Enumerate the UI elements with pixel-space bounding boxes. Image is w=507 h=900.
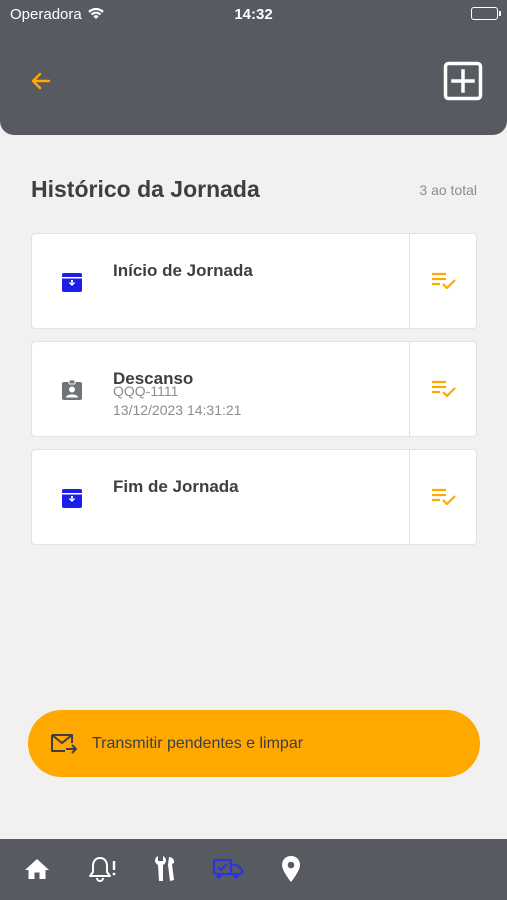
- transmit-pending-button[interactable]: Transmitir pendentes e limpar: [28, 710, 480, 777]
- archive-down-icon: [60, 486, 84, 510]
- plus-square-icon: [443, 61, 483, 101]
- item-action-button[interactable]: [410, 234, 477, 328]
- item-plate: QQQ-1111: [113, 383, 179, 399]
- add-button[interactable]: [443, 61, 483, 101]
- list-item[interactable]: Fim de Jornada: [31, 449, 477, 545]
- map-pin-icon: [282, 856, 300, 882]
- item-title: Fim de Jornada: [113, 477, 239, 496]
- tab-bar: [0, 839, 507, 900]
- list-item[interactable]: Descanso QQQ-1111 13/12/2023 14:31:21: [31, 341, 477, 437]
- item-title: Início de Jornada: [113, 261, 253, 280]
- total-count: 3 ao total: [419, 182, 477, 198]
- tab-journey[interactable]: [212, 853, 244, 885]
- archive-down-icon: [60, 270, 84, 294]
- list-check-icon: [431, 488, 456, 506]
- list-check-icon: [431, 380, 456, 398]
- bell-alert-icon: [89, 857, 116, 882]
- tab-home[interactable]: [21, 853, 53, 885]
- item-datetime: 13/12/2023 14:31:21: [113, 402, 242, 418]
- status-bar: Operadora 14:32: [0, 0, 507, 28]
- tab-alerts[interactable]: [86, 853, 118, 885]
- home-icon: [25, 859, 49, 879]
- page-title: Histórico da Jornada: [31, 176, 260, 202]
- transmit-button-label: Transmitir pendentes e limpar: [92, 734, 304, 752]
- badge-icon: [60, 378, 84, 402]
- list-item[interactable]: Início de Jornada: [31, 233, 477, 329]
- arrow-left-icon: [31, 72, 51, 90]
- item-action-button[interactable]: [410, 450, 477, 544]
- truck-check-icon: [212, 858, 244, 879]
- clock: 14:32: [234, 6, 273, 23]
- tab-tools[interactable]: [149, 853, 181, 885]
- tab-location[interactable]: [275, 853, 307, 885]
- mail-forward-icon: [50, 732, 78, 756]
- app-header: Operadora 14:32: [0, 0, 507, 135]
- battery-icon: [471, 7, 501, 20]
- tools-icon: [155, 856, 175, 881]
- back-button[interactable]: [26, 66, 56, 96]
- item-action-button[interactable]: [410, 342, 477, 436]
- list-check-icon: [431, 272, 456, 290]
